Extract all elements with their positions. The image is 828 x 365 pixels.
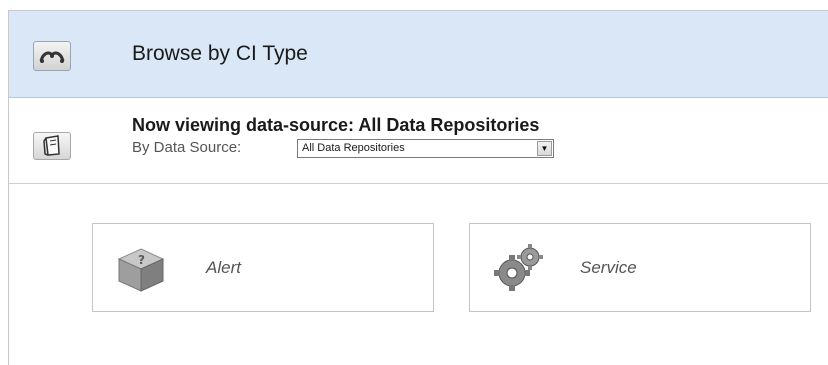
ci-type-label-alert: Alert xyxy=(206,258,241,277)
ci-browser-panel: Browse by CI Type Now viewing data-sourc… xyxy=(8,10,828,365)
data-source-select[interactable]: All Data Repositories ▼ xyxy=(297,139,554,158)
alert-cube-icon: ? xyxy=(113,241,169,295)
ci-type-tile-alert[interactable]: ? Alert xyxy=(92,223,434,312)
data-source-row: Now viewing data-source: All Data Reposi… xyxy=(9,98,828,184)
svg-text:?: ? xyxy=(138,253,145,267)
data-source-selected-value: All Data Repositories xyxy=(302,142,405,154)
service-gears-icon xyxy=(490,241,546,295)
ci-type-label-service: Service xyxy=(580,258,637,277)
chevron-down-icon[interactable]: ▼ xyxy=(537,141,552,156)
ci-type-tile-service[interactable]: Service xyxy=(469,223,811,312)
page-title: Browse by CI Type xyxy=(132,42,308,65)
browse-header: Browse by CI Type xyxy=(9,11,828,98)
data-source-title: Now viewing data-source: All Data Reposi… xyxy=(132,115,540,135)
data-source-label: By Data Source: xyxy=(132,139,242,156)
data-source-icon xyxy=(33,132,71,160)
ci-type-icon xyxy=(33,41,71,71)
